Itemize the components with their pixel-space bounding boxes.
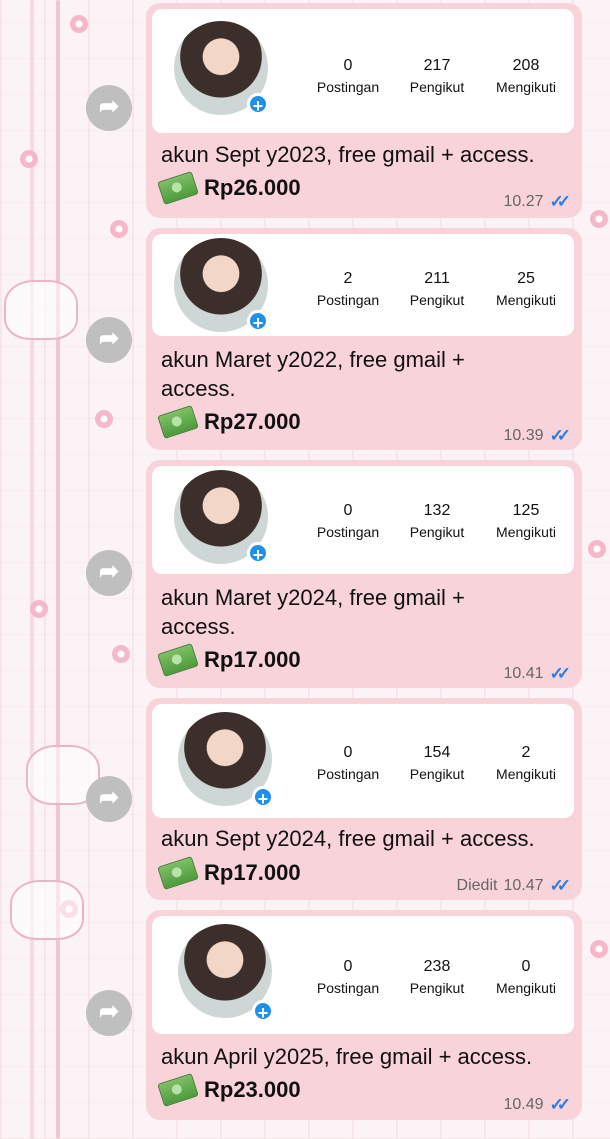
price: Rp26.000 [204,175,301,200]
stat-following: 2 Mengikuti [496,744,556,782]
price-row: Rp17.000 [157,643,301,677]
plus-icon: + [247,93,269,116]
forward-button[interactable]: ➦ [86,776,132,822]
stat-posts: 0 Postingan [316,958,380,996]
stat-posts: 0 Postingan [316,57,380,95]
forward-button[interactable]: ➦ [86,85,132,131]
plus-icon: + [252,1000,274,1023]
stat-following: 25 Mengikuti [496,270,556,308]
profile-card[interactable]: + 0 Postingan 132 Pengikut 125 Mengikuti [152,466,574,574]
profile-card[interactable]: + 0 Postingan 217 Pengikut 208 Mengikuti [152,9,574,133]
money-bills-icon [157,171,199,205]
message-bubble[interactable]: + 0 Postingan 154 Pengikut 2 Mengikuti akun… [146,698,582,900]
double-check-icon: ✓✓ [549,426,571,445]
message-meta: 10.41 ✓✓ [497,664,570,684]
message-time: 10.27 [503,193,544,210]
stat-following: 208 Mengikuti [496,57,556,95]
price-row: Rp26.000 [157,171,301,205]
price: Rp17.000 [204,647,301,672]
message-bubble[interactable]: + 0 Postingan 217 Pengikut 208 Mengikuti ak… [146,3,582,218]
double-check-icon: ✓✓ [549,192,571,211]
message-time: 10.39 [503,427,544,444]
stat-followers: 217 Pengikut [409,57,465,95]
message-caption: akun Maret y2024, free gmail + access. [161,585,465,639]
stat-followers: 211 Pengikut [409,270,465,308]
double-check-icon: ✓✓ [549,664,571,683]
double-check-icon: ✓✓ [549,876,571,895]
money-bills-icon [157,643,199,677]
message-caption: akun Sept y2024, free gmail + access. [161,826,535,851]
edited-label: Diedit [456,877,498,894]
price-row: Rp17.000 [157,856,301,890]
profile-card[interactable]: + 0 Postingan 154 Pengikut 2 Mengikuti [152,704,574,818]
message-caption: akun Sept y2023, free gmail + access. [161,142,535,167]
message-meta: 10.49 ✓✓ [497,1095,570,1115]
money-bills-icon [157,405,199,439]
stat-posts: 0 Postingan [316,744,380,782]
message-bubble[interactable]: + 2 Postingan 211 Pengikut 25 Mengikuti aku… [146,228,582,450]
price: Rp27.000 [204,409,301,434]
message-time: 10.49 [503,1096,544,1113]
stat-followers: 154 Pengikut [409,744,465,782]
profile-card[interactable]: + 0 Postingan 238 Pengikut 0 Mengikuti [152,916,574,1034]
message-time: 10.47 [503,877,544,894]
message-bubble[interactable]: + 0 Postingan 238 Pengikut 0 Mengikuti akun… [146,910,582,1120]
forward-button[interactable]: ➦ [86,550,132,596]
forward-button[interactable]: ➦ [86,317,132,363]
stat-following: 125 Mengikuti [496,502,556,540]
price: Rp17.000 [204,860,301,885]
plus-icon: + [247,542,269,565]
message-time: 10.41 [503,665,544,682]
forward-button[interactable]: ➦ [86,990,132,1036]
plus-icon: + [247,310,269,333]
money-bills-icon [157,1073,199,1107]
plus-icon: + [252,786,274,809]
message-meta: Diedit 10.47 ✓✓ [456,876,571,896]
stat-followers: 238 Pengikut [409,958,465,996]
message-meta: 10.39 ✓✓ [497,426,570,446]
message-caption: akun Maret y2022, free gmail + access. [161,347,465,401]
profile-card[interactable]: + 2 Postingan 211 Pengikut 25 Mengikuti [152,234,574,336]
double-check-icon: ✓✓ [549,1095,571,1114]
stat-posts: 2 Postingan [316,270,380,308]
price-row: Rp27.000 [157,405,301,439]
price: Rp23.000 [204,1077,301,1102]
message-bubble[interactable]: + 0 Postingan 132 Pengikut 125 Mengikuti ak… [146,460,582,688]
money-bills-icon [157,856,199,890]
message-meta: 10.27 ✓✓ [497,192,570,212]
message-caption: akun April y2025, free gmail + access. [161,1044,533,1069]
price-row: Rp23.000 [157,1073,301,1107]
stat-posts: 0 Postingan [316,502,380,540]
stat-following: 0 Mengikuti [496,958,556,996]
stat-followers: 132 Pengikut [409,502,465,540]
